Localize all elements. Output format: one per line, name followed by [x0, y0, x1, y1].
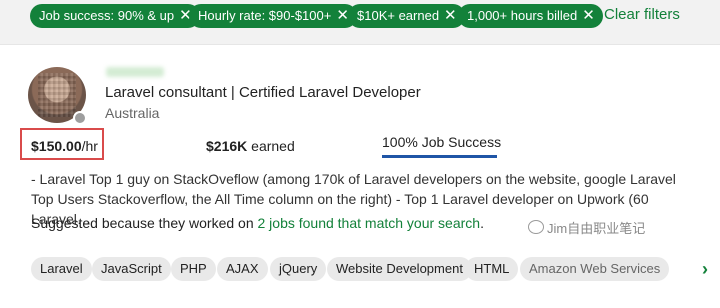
earned-amount: $216K [206, 138, 248, 154]
filter-chip-hourly-rate[interactable]: Hourly rate: $90-$100+ ✕ [189, 4, 357, 28]
filter-chip-label: Hourly rate: $90-$100+ [198, 8, 332, 23]
total-earned: $216K earned [206, 138, 295, 154]
job-success-bar [382, 155, 497, 158]
filter-bar: Job success: 90% & up ✕ Hourly rate: $90-… [0, 0, 720, 44]
suggestion-note: Suggested because they worked on 2 jobs … [31, 215, 484, 231]
avatar-pixelation [38, 73, 76, 117]
freelancer-location: Australia [105, 105, 160, 121]
freelancer-name-redacted[interactable] [106, 67, 164, 77]
chevron-right-icon[interactable]: › [702, 259, 708, 279]
skill-chip-website-development[interactable]: Website Development [327, 257, 472, 281]
filter-chip-label: Job success: 90% & up [39, 8, 175, 23]
freelancer-title[interactable]: Laravel consultant | Certified Laravel D… [105, 84, 421, 101]
skill-chip-html[interactable]: HTML [465, 257, 519, 281]
suggestion-prefix: Suggested because they worked on [31, 215, 258, 231]
filter-chip-label: 1,000+ hours billed [467, 8, 578, 23]
skill-chip-amazon-web-services[interactable]: Amazon Web Services [520, 257, 670, 281]
freelancer-card[interactable]: Laravel consultant | Certified Laravel D… [0, 44, 720, 308]
watermark-text: Jim自由职业笔记 [547, 221, 646, 236]
hourly-rate: $150.00/hr [31, 138, 98, 154]
matching-jobs-link[interactable]: 2 jobs found that match your search [258, 215, 481, 231]
skill-chip-laravel[interactable]: Laravel [31, 257, 92, 281]
earned-label: earned [247, 138, 295, 154]
close-icon[interactable]: ✕ [582, 4, 595, 28]
filter-chip-hours-billed[interactable]: 1,000+ hours billed ✕ [458, 4, 603, 28]
skill-chip-php[interactable]: PHP [171, 257, 216, 281]
clear-filters-link[interactable]: Clear filters [604, 5, 680, 25]
close-icon[interactable]: ✕ [444, 4, 457, 28]
filter-chip-label: $10K+ earned [357, 8, 440, 23]
job-success-label: 100% Job Success [382, 134, 502, 150]
skill-chip-javascript[interactable]: JavaScript [92, 257, 171, 281]
skill-chip-jquery[interactable]: jQuery [270, 257, 327, 281]
suggestion-suffix: . [480, 215, 484, 231]
wechat-icon [528, 220, 544, 234]
filter-chip-job-success[interactable]: Job success: 90% & up ✕ [30, 4, 200, 28]
rate-amount: $150.00 [31, 138, 82, 154]
rate-unit: /hr [81, 138, 98, 154]
skill-chip-ajax[interactable]: AJAX [217, 257, 268, 281]
filter-chip-earned[interactable]: $10K+ earned ✕ [348, 4, 465, 28]
watermark: Jim自由职业笔记 [528, 218, 645, 237]
online-status-dot [73, 111, 87, 125]
